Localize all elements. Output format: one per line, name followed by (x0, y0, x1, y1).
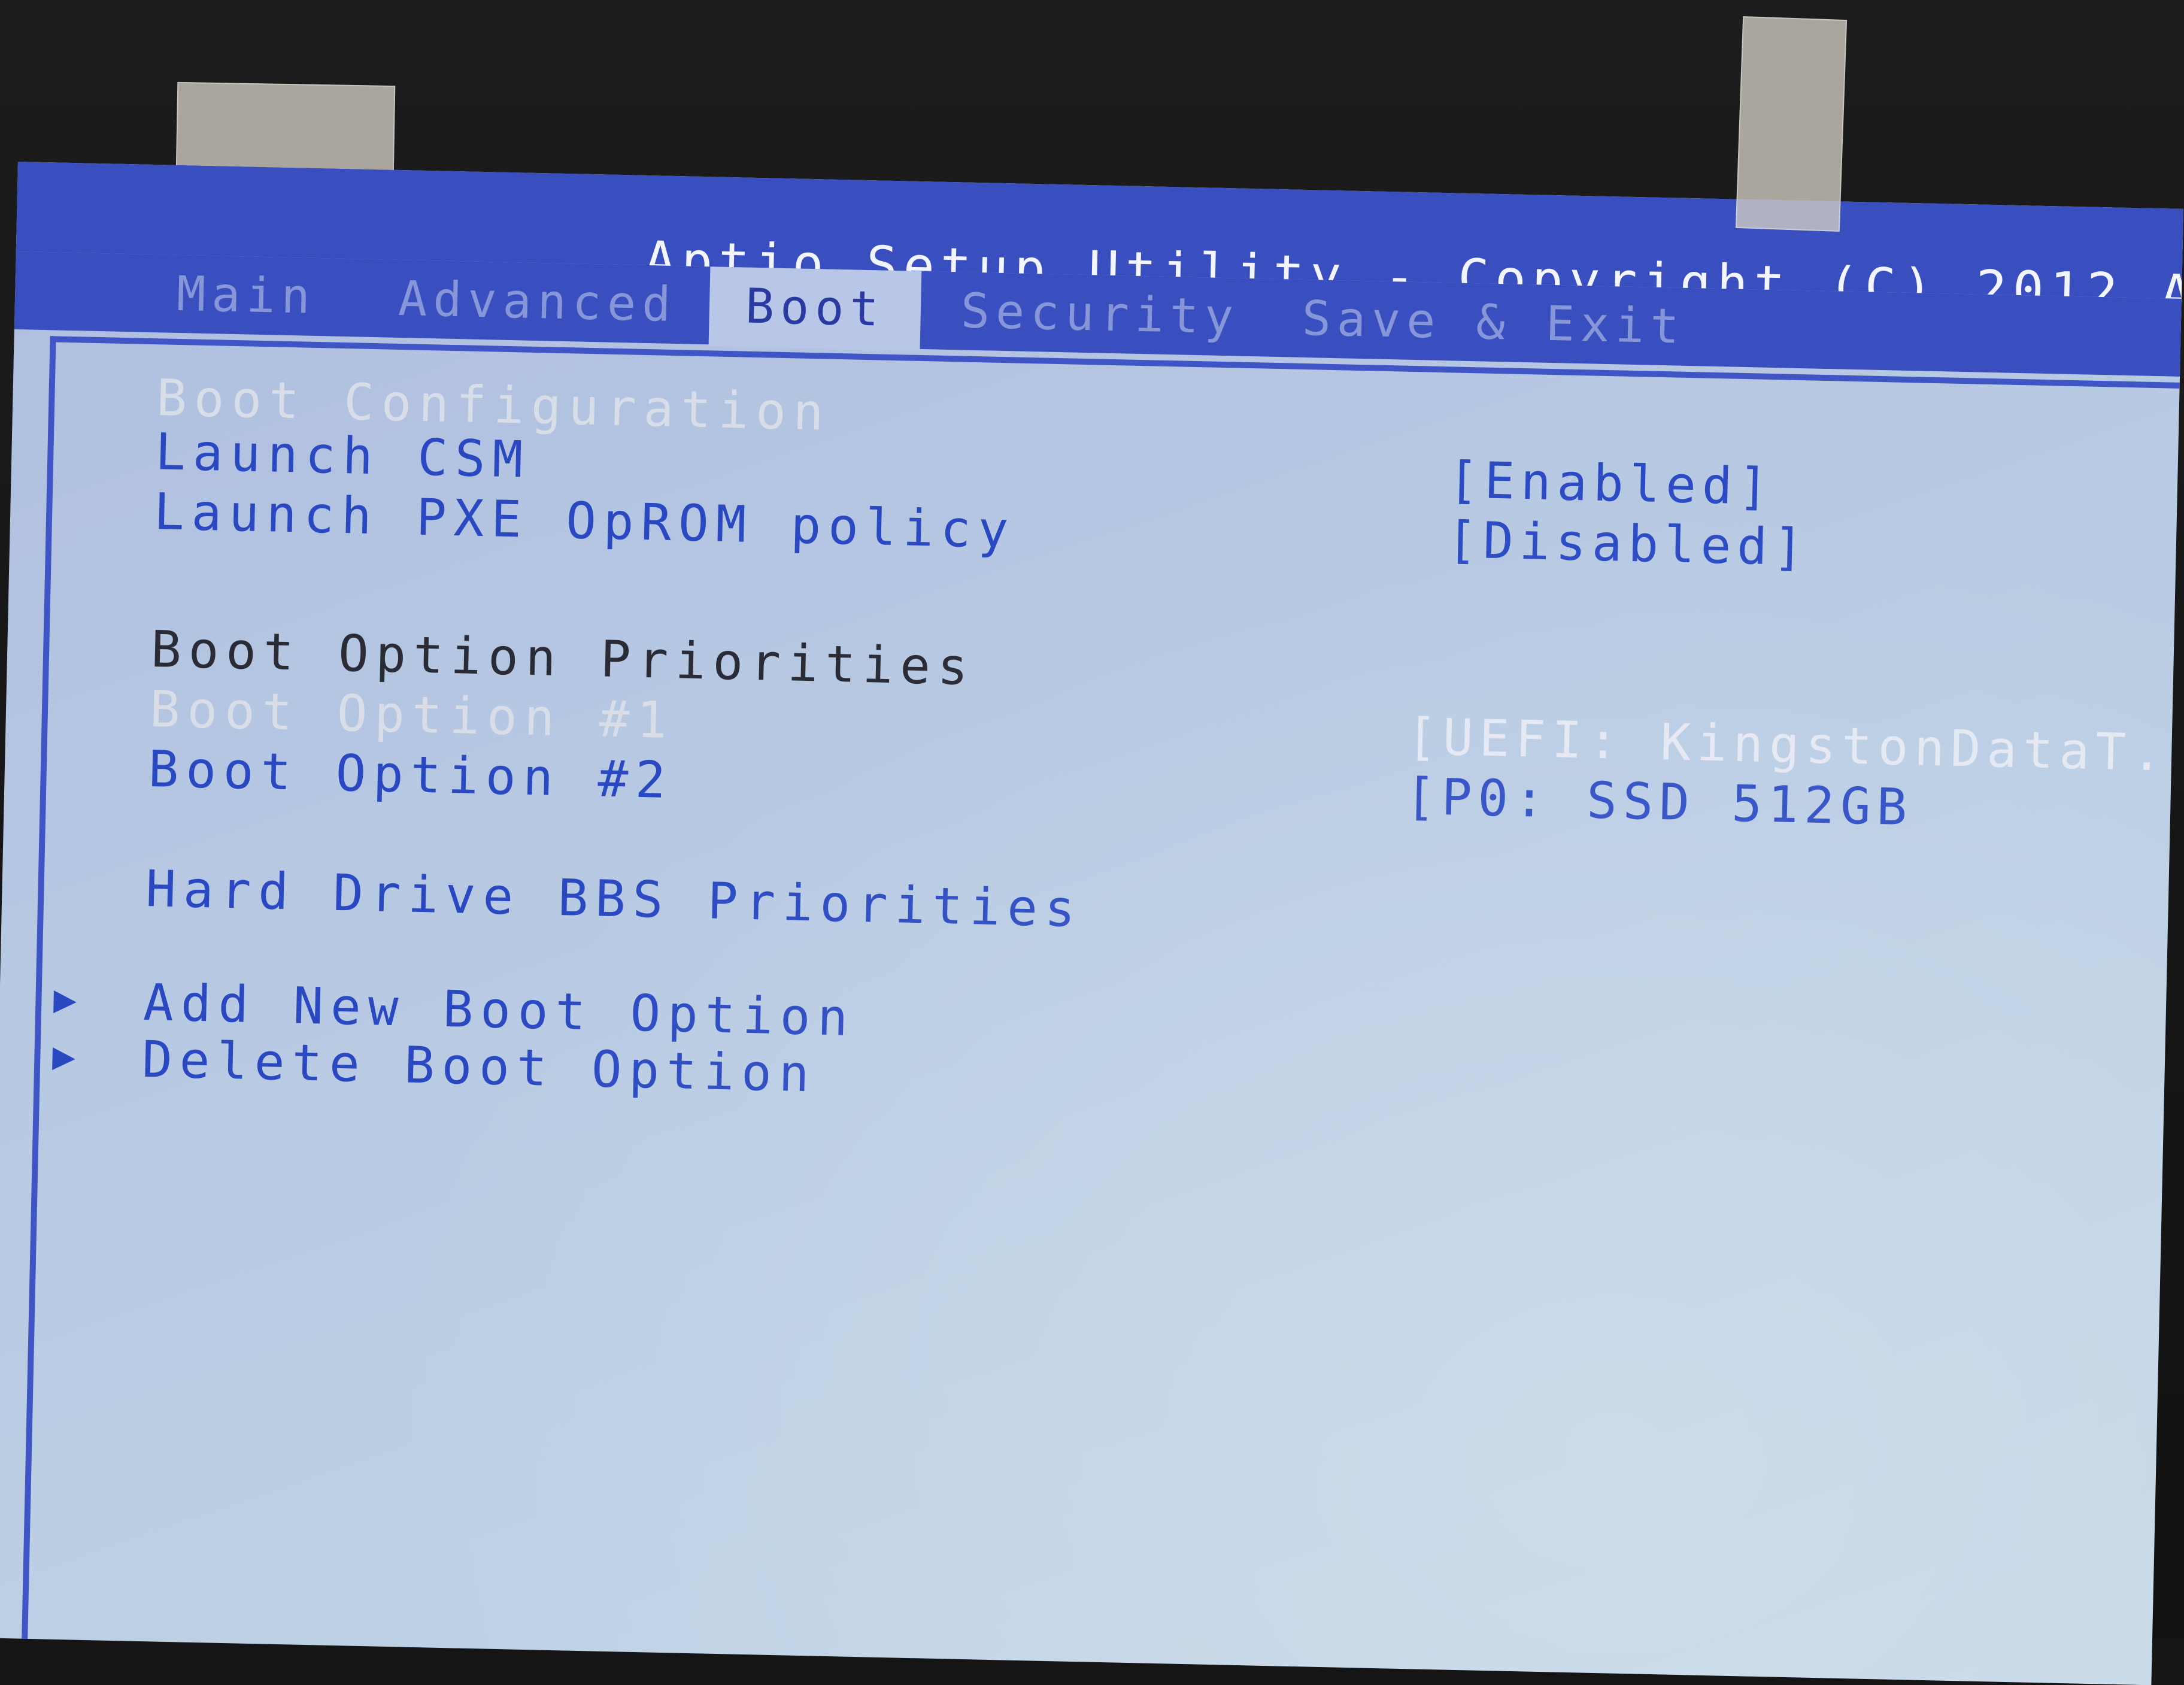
tape-strip-right (1735, 16, 1848, 232)
boot-option-2-label[interactable]: Boot Option #2 (148, 740, 674, 810)
submenu-arrow-icon: ▶ (53, 977, 77, 1022)
tab-save-exit[interactable]: Save & Exit (1302, 290, 1686, 354)
hard-drive-bbs-priorities[interactable]: Hard Drive BBS Priorities (145, 859, 1082, 938)
launch-csm-label[interactable]: Launch CSM (154, 422, 530, 489)
tab-advanced[interactable]: Advanced (398, 271, 677, 332)
bios-screen: Aptio Setup Utility - Copyright (C) 2012… (0, 162, 2184, 1685)
tape-strip-left (175, 81, 396, 178)
boot-settings-panel: Boot Configuration Launch CSM [Enabled] … (21, 336, 2184, 1685)
launch-pxe-oprom-label[interactable]: Launch PXE OpROM policy (153, 482, 1016, 559)
tab-security[interactable]: Security (960, 283, 1240, 344)
submenu-arrow-icon: ▶ (51, 1034, 76, 1079)
tab-boot[interactable]: Boot (708, 266, 922, 351)
launch-pxe-oprom-value[interactable]: [Disabled] (1446, 510, 1810, 577)
boot-option-1-label[interactable]: Boot Option #1 (149, 680, 675, 750)
launch-csm-value[interactable]: [Enabled] (1448, 450, 1775, 516)
tab-main[interactable]: Main (176, 266, 317, 325)
